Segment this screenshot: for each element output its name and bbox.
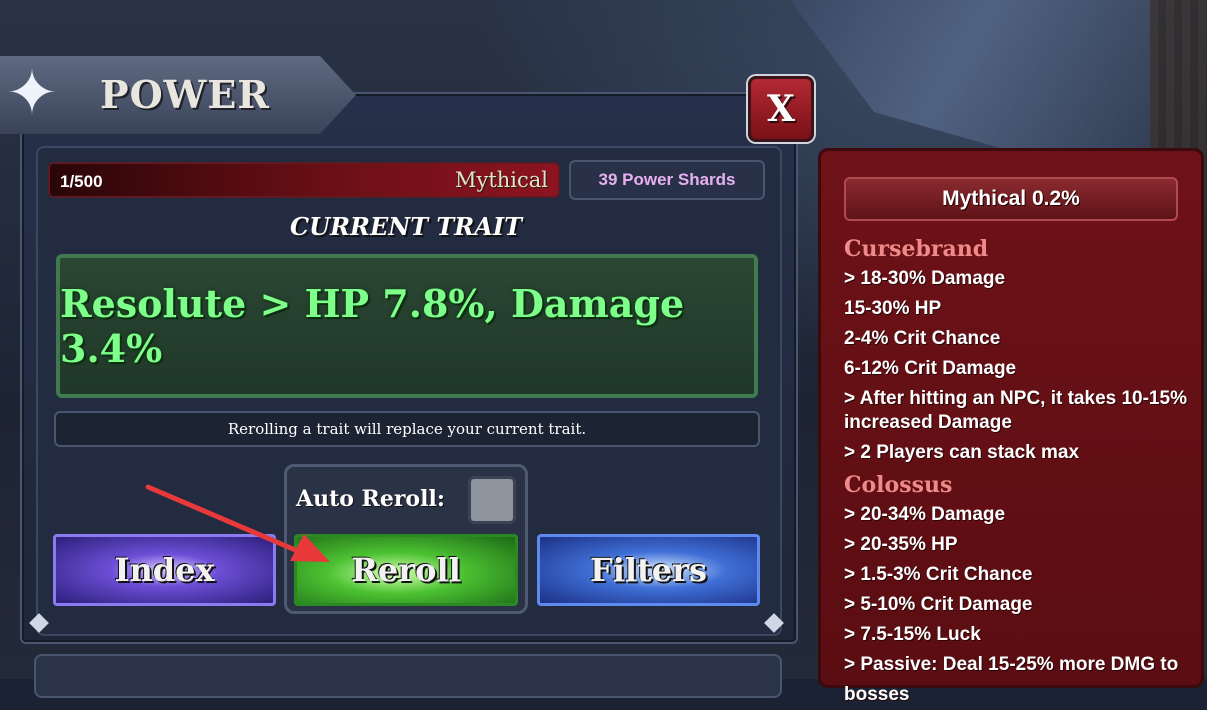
trait-name-cursebrand: Cursebrand (844, 236, 989, 262)
trait-stat-line: 2-4% Crit Chance (844, 328, 1001, 349)
trait-stat-line: > 2 Players can stack max (844, 442, 1080, 463)
rarity-trait-list: Cursebrand > 18-30% Damage 15-30% HP 2-4… (844, 232, 1194, 710)
rarity-info-header: Mythical 0.2% (844, 177, 1178, 221)
trait-stat-line: > 18-30% Damage (844, 268, 1006, 289)
trait-stat-line: > 20-34% Damage (844, 504, 1006, 525)
trait-stat-line: > 20-35% HP (844, 534, 958, 555)
trait-stat-line: > Passive: Deal 15-25% more DMG to bosse… (844, 654, 1179, 705)
trait-stat-line: > After hitting an NPC, it takes 10-15% … (844, 388, 1187, 433)
trait-stat-line: 6-12% Crit Damage (844, 358, 1017, 379)
trait-stat-line: > 7.5-15% Luck (844, 624, 981, 645)
trait-name-colossus: Colossus (844, 472, 953, 498)
trait-stat-line: 15-30% HP (844, 298, 942, 319)
trait-stat-line: > 1.5-3% Crit Chance (844, 564, 1033, 585)
trait-stat-line: > 5-10% Crit Damage (844, 594, 1033, 615)
bottom-panel-strip (34, 654, 782, 698)
